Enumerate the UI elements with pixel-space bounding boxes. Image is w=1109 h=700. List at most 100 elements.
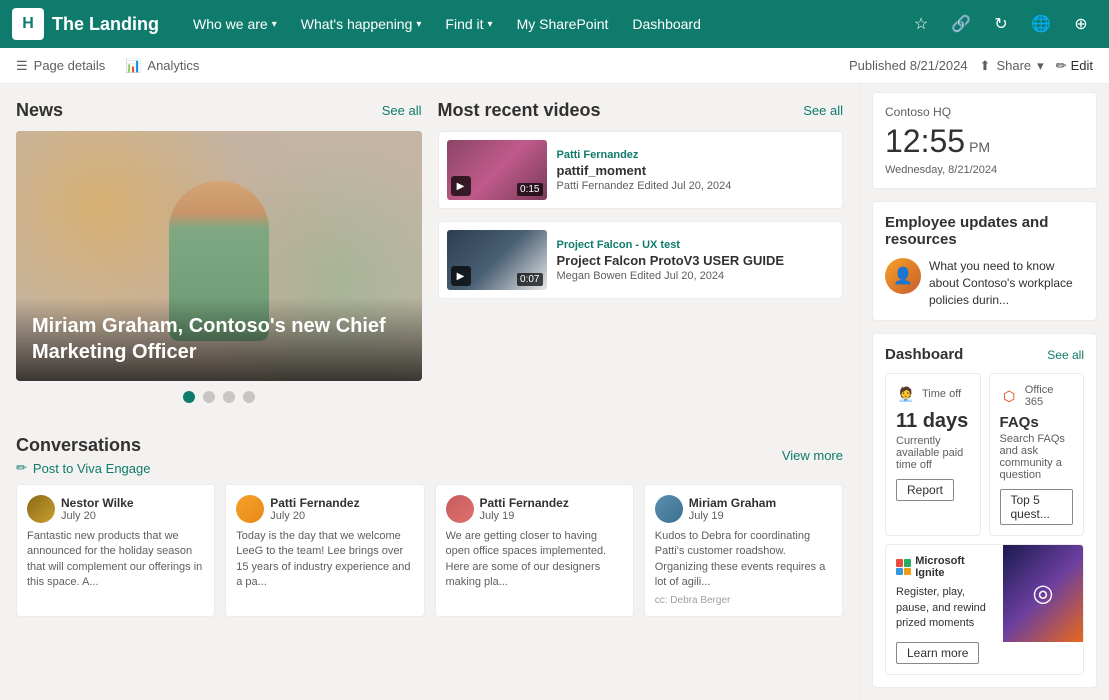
news-hero-card[interactable]: Miriam Graham, Contoso's new Chief Marke…	[16, 131, 422, 381]
video-thumbnail-1: ▶ 0:15	[447, 140, 547, 200]
clock-widget: Contoso HQ 12:55 PM Wednesday, 8/21/2024	[872, 92, 1097, 189]
news-hero-title: Miriam Graham, Contoso's new Chief Marke…	[32, 313, 406, 365]
nav-dashboard[interactable]: Dashboard	[622, 10, 711, 38]
clock-hours: 12:55	[885, 123, 965, 160]
sidebar: Contoso HQ 12:55 PM Wednesday, 8/21/2024…	[859, 84, 1109, 700]
conv-date-3: July 19	[480, 510, 569, 522]
microsoft-ignite-card: Microsoft Ignite Register, play, pause, …	[885, 544, 1084, 674]
conversation-cards: Nestor Wilke July 20 Fantastic new produ…	[16, 484, 843, 617]
conversation-card-2: Patti Fernandez July 20 Today is the day…	[225, 484, 424, 617]
conv-date-4: July 19	[689, 510, 776, 522]
nav-who-we-are[interactable]: Who we are ▾	[183, 10, 287, 38]
main-layout: News See all Miriam Graham, Contoso's ne…	[0, 84, 1109, 700]
avatar-patti-fernandez-1	[236, 495, 264, 523]
chevron-down-icon: ▾	[488, 19, 493, 30]
ignite-description: Register, play, pause, and rewind prized…	[896, 585, 993, 631]
ignite-brand: Microsoft Ignite	[915, 555, 993, 579]
office365-card: ⬡ Office 365 FAQs Search FAQs and ask co…	[989, 373, 1085, 536]
video-tag-2: Project Falcon - UX test	[557, 239, 835, 251]
conversations-title: Conversations	[16, 435, 150, 456]
dashboard-title: Dashboard	[885, 346, 963, 363]
refresh-icon[interactable]: ↻	[985, 8, 1017, 40]
video-tag-1: Patti Fernandez	[557, 149, 835, 161]
time-off-sub: Currently available paid time off	[896, 435, 970, 471]
news-videos-columns: News See all Miriam Graham, Contoso's ne…	[16, 100, 843, 419]
conv-card-header-2: Patti Fernandez July 20	[236, 495, 413, 523]
nav-whats-happening[interactable]: What's happening ▾	[291, 10, 432, 38]
share-button[interactable]: ⬆ Share ▾	[980, 58, 1044, 74]
analytics-button[interactable]: 📊 Analytics	[125, 58, 199, 74]
analytics-icon: 📊	[125, 58, 141, 74]
site-title: The Landing	[52, 14, 159, 35]
videos-header: Most recent videos See all	[438, 100, 844, 121]
page-details-button[interactable]: ☰ Page details	[16, 58, 105, 74]
carousel-dot-1[interactable]	[183, 391, 195, 403]
employee-updates-item[interactable]: 👤 What you need to know about Contoso's …	[885, 258, 1084, 308]
nav-find-it[interactable]: Find it ▾	[435, 10, 502, 38]
topnav-icons: ☆ 🔗 ↻ 🌐 ⊕	[905, 8, 1097, 40]
globe-icon[interactable]: 🌐	[1025, 8, 1057, 40]
video-info-2: Project Falcon - UX test Project Falcon …	[557, 239, 835, 282]
clock-date: Wednesday, 8/21/2024	[885, 164, 1084, 176]
video-title-2: Project Falcon ProtoV3 USER GUIDE	[557, 253, 835, 268]
employee-updates-widget: Employee updates and resources 👤 What yo…	[872, 201, 1097, 321]
viva-engage-icon: ✏	[16, 460, 27, 476]
ignite-image-content: ◎	[1033, 579, 1054, 608]
carousel-dot-4[interactable]	[243, 391, 255, 403]
published-status: Published 8/21/2024	[849, 58, 968, 73]
nav-my-sharepoint[interactable]: My SharePoint	[507, 10, 619, 38]
view-more-link[interactable]: View more	[782, 448, 843, 463]
office365-title: FAQs	[1000, 414, 1074, 431]
conv-name-4: Miriam Graham	[689, 496, 776, 510]
office365-card-header: ⬡ Office 365	[1000, 384, 1074, 408]
top-navigation: H The Landing Who we are ▾ What's happen…	[0, 0, 1109, 48]
dashboard-grid: 🧑‍💼 Time off 11 days Currently available…	[885, 373, 1084, 536]
time-off-card-header: 🧑‍💼 Time off	[896, 384, 970, 404]
time-off-label: Time off	[922, 388, 961, 400]
office365-sub: Search FAQs and ask community a question	[1000, 433, 1074, 481]
microsoft-squares-icon	[896, 559, 911, 575]
clock-time: 12:55 PM	[885, 123, 1084, 160]
chevron-down-icon: ▾	[1037, 58, 1044, 74]
post-to-viva-button[interactable]: ✏ Post to Viva Engage	[16, 460, 150, 476]
avatar-patti-fernandez-2	[446, 495, 474, 523]
office365-faq-button[interactable]: Top 5 quest...	[1000, 489, 1074, 525]
office365-label: Office 365	[1025, 384, 1073, 408]
share-icon: ⬆	[980, 58, 991, 74]
carousel-dot-2[interactable]	[203, 391, 215, 403]
employee-updates-title: Employee updates and resources	[885, 214, 1084, 248]
office365-icon: ⬡	[1000, 386, 1019, 406]
content-area: News See all Miriam Graham, Contoso's ne…	[0, 84, 859, 700]
news-see-all-link[interactable]: See all	[382, 103, 422, 118]
conv-date-1: July 20	[61, 510, 134, 522]
news-hero-overlay: Miriam Graham, Contoso's new Chief Marke…	[16, 297, 422, 381]
news-section: News See all Miriam Graham, Contoso's ne…	[16, 100, 422, 419]
time-off-report-button[interactable]: Report	[896, 479, 954, 501]
video-meta-1: Patti Fernandez Edited Jul 20, 2024	[557, 180, 835, 192]
ignite-text-area: Microsoft Ignite Register, play, pause, …	[886, 545, 1003, 641]
play-button-icon: ▶	[451, 176, 471, 196]
conversations-header: Conversations ✏ Post to Viva Engage View…	[16, 435, 843, 476]
conv-card-header-4: Miriam Graham July 19	[655, 495, 832, 523]
carousel-dot-3[interactable]	[223, 391, 235, 403]
chevron-down-icon: ▾	[416, 19, 421, 30]
video-card-1[interactable]: ▶ 0:15 Patti Fernandez pattif_moment Pat…	[438, 131, 844, 209]
edit-button[interactable]: ✏ Edit	[1056, 58, 1093, 74]
conv-card-header-3: Patti Fernandez July 19	[446, 495, 623, 523]
conv-text-1: Fantastic new products that we announced…	[27, 529, 204, 591]
star-icon[interactable]: ☆	[905, 8, 937, 40]
news-header: News See all	[16, 100, 422, 121]
share-icon[interactable]: ⊕	[1065, 8, 1097, 40]
link-icon[interactable]: 🔗	[945, 8, 977, 40]
ignite-learn-more-button[interactable]: Learn more	[896, 642, 979, 664]
video-meta-2: Megan Bowen Edited Jul 20, 2024	[557, 270, 835, 282]
videos-see-all-link[interactable]: See all	[803, 103, 843, 118]
video-thumbnail-2: ▶ 0:07	[447, 230, 547, 290]
conv-date-2: July 20	[270, 510, 359, 522]
carousel-dots	[16, 391, 422, 403]
time-off-icon: 🧑‍💼	[896, 384, 916, 404]
dashboard-see-all-link[interactable]: See all	[1047, 348, 1084, 362]
ignite-image: ◎	[1003, 545, 1083, 641]
video-card-2[interactable]: ▶ 0:07 Project Falcon - UX test Project …	[438, 221, 844, 299]
time-off-card: 🧑‍💼 Time off 11 days Currently available…	[885, 373, 981, 536]
